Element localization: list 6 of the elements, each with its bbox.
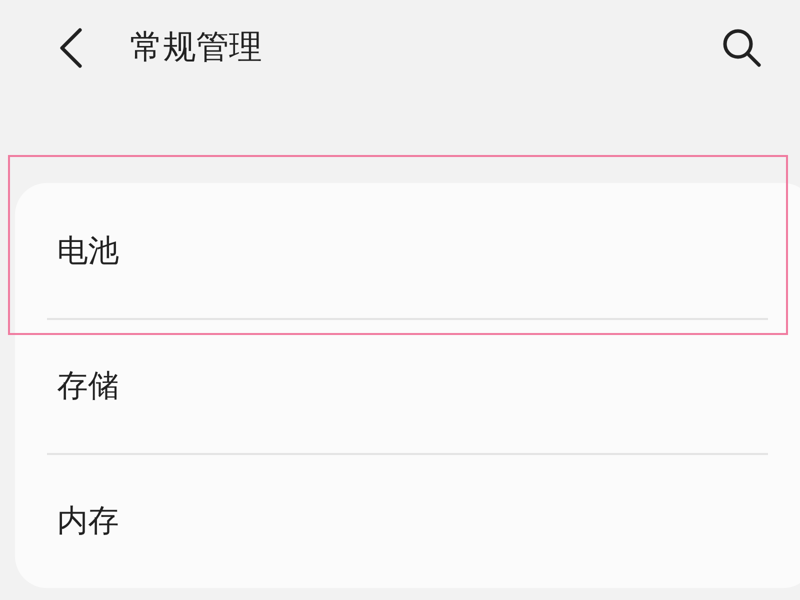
menu-item[interactable]: 内存 (57, 500, 119, 542)
page-title: 常规管理 (130, 26, 263, 68)
menu-item[interactable]: 存储 (57, 364, 119, 406)
back-icon[interactable] (58, 28, 84, 68)
menu-item[interactable]: 电池 (57, 230, 119, 272)
search-icon[interactable] (722, 28, 762, 68)
